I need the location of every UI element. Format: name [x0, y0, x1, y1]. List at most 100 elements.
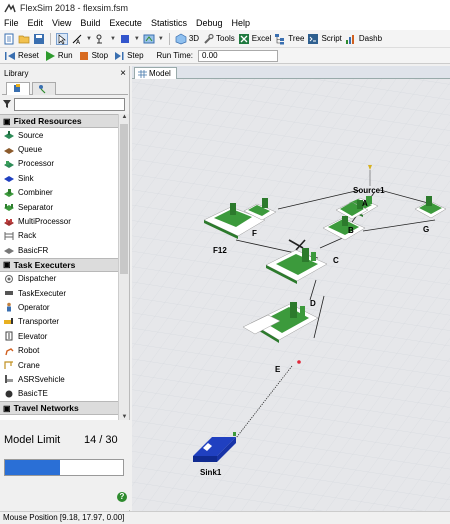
- library-item-asrsvehicle[interactable]: ASRSvehicle: [0, 372, 118, 386]
- dashboards-button[interactable]: Dashb: [345, 33, 382, 45]
- flexsim-logo-icon: [4, 3, 16, 13]
- open-folder-icon[interactable]: [18, 33, 30, 45]
- menu-view[interactable]: View: [52, 18, 71, 28]
- filter-icon: [3, 100, 11, 108]
- transporter-icon: [4, 317, 13, 324]
- menu-debug[interactable]: Debug: [196, 18, 223, 28]
- step-button[interactable]: Step: [113, 50, 144, 62]
- dashboards-label: Dashb: [358, 34, 383, 43]
- excel-icon: [238, 33, 249, 44]
- stop-button[interactable]: Stop: [78, 50, 108, 62]
- crane-icon: [4, 361, 13, 370]
- run-button[interactable]: Run: [44, 50, 73, 62]
- tools-button[interactable]: Tools: [202, 33, 235, 45]
- group-task-executers[interactable]: ▣ Task Executers: [0, 257, 118, 272]
- model-grid-icon: [138, 69, 147, 78]
- model-3d-view[interactable]: Source1 A B G F F12 C D E Sink1: [132, 79, 450, 511]
- library-item-label: BasicFR: [18, 245, 49, 255]
- run-time-field[interactable]: 0.00: [198, 49, 278, 62]
- library-item-processor[interactable]: Processor: [0, 157, 118, 171]
- model-scene[interactable]: Source1 A B G F F12 C D E Sink1: [132, 79, 450, 511]
- library-scrollbar[interactable]: ▲ ▼: [118, 114, 129, 420]
- tab-objects[interactable]: [6, 82, 30, 95]
- library-item-crane[interactable]: Crane: [0, 358, 118, 372]
- label-a: A: [362, 199, 368, 208]
- process-flow-library-icon: [39, 85, 46, 94]
- library-search: [2, 97, 128, 111]
- menu-statistics[interactable]: Statistics: [151, 18, 187, 28]
- snap-icon: [96, 34, 102, 43]
- save-icon[interactable]: [33, 33, 45, 45]
- group-travel-networks[interactable]: ▣ Travel Networks: [0, 401, 118, 416]
- connect-objects-button[interactable]: A ▼: [71, 33, 92, 45]
- library-item-separator[interactable]: Separator: [0, 200, 118, 214]
- view-options-button[interactable]: ▼: [143, 33, 164, 45]
- menu-execute[interactable]: Execute: [109, 18, 142, 28]
- menu-bar: File Edit View Build Execute Statistics …: [0, 16, 450, 30]
- tree-button[interactable]: Tree: [274, 33, 304, 45]
- library-item-rack[interactable]: Rack: [0, 229, 118, 243]
- chevron-down-icon: ▼: [157, 35, 164, 42]
- library-list: ▣ Fixed Resources Source Queue Processor …: [0, 114, 118, 420]
- reset-label: Reset: [18, 51, 39, 60]
- close-icon[interactable]: ×: [120, 68, 126, 79]
- view-3d-button[interactable]: 3D: [175, 33, 199, 45]
- script-label: Script: [321, 34, 342, 43]
- help-icon[interactable]: ?: [117, 492, 127, 502]
- excel-button[interactable]: Excel: [238, 33, 272, 45]
- scroll-up-icon[interactable]: ▲: [120, 114, 129, 120]
- menu-edit[interactable]: Edit: [28, 18, 44, 28]
- reset-button[interactable]: Reset: [4, 50, 39, 62]
- library-item-combiner[interactable]: Combiner: [0, 186, 118, 200]
- library-item-label: TaskExecuter: [18, 288, 67, 298]
- library-item-multiprocessor[interactable]: MultiProcessor: [0, 214, 118, 228]
- library-item-queue[interactable]: Queue: [0, 142, 118, 156]
- library-item-robot[interactable]: Robot: [0, 343, 118, 357]
- library-item-elevator[interactable]: Elevator: [0, 329, 118, 343]
- library-item-basicfr[interactable]: BasicFR: [0, 243, 118, 257]
- reset-icon: [5, 51, 15, 60]
- new-file-icon[interactable]: [3, 33, 15, 45]
- library-search-input[interactable]: [14, 97, 125, 111]
- library-item-basicte[interactable]: BasicTE: [0, 387, 118, 401]
- excel-label: Excel: [251, 34, 272, 43]
- library-item-label: Robot: [18, 346, 40, 356]
- library-title: Library: [4, 68, 29, 78]
- snap-button[interactable]: ▼: [95, 33, 116, 45]
- menu-file[interactable]: File: [4, 18, 19, 28]
- tab-model[interactable]: Model: [134, 67, 177, 79]
- tools-label: Tools: [216, 34, 235, 43]
- library-item-source[interactable]: Source: [0, 128, 118, 142]
- tab-model-label: Model: [149, 69, 171, 78]
- tab-process-flow[interactable]: [32, 82, 56, 95]
- group-fixed-resources[interactable]: ▣ Fixed Resources: [0, 114, 118, 128]
- library-header: Library ×: [0, 66, 130, 80]
- window-title: FlexSim 2018 - flexsim.fsm: [20, 3, 129, 13]
- library-item-taskexecuter[interactable]: TaskExecuter: [0, 286, 118, 300]
- library-item-transporter[interactable]: Transporter: [0, 315, 118, 329]
- library-item-sink[interactable]: Sink: [0, 171, 118, 185]
- source-icon: [4, 131, 14, 140]
- chevron-down-icon: ▼: [109, 35, 116, 42]
- model-limit-label: Model Limit: [4, 434, 61, 446]
- library-item-dispatcher[interactable]: Dispatcher: [0, 272, 118, 286]
- menu-build[interactable]: Build: [80, 18, 100, 28]
- shape-button[interactable]: ▼: [119, 33, 140, 45]
- library-item-label: Rack: [18, 231, 37, 241]
- library-item-label: Queue: [18, 145, 43, 155]
- scrollbar-thumb[interactable]: [120, 124, 128, 274]
- library-item-operator[interactable]: Operator: [0, 300, 118, 314]
- sink-icon: [4, 176, 14, 183]
- label-c: C: [333, 256, 339, 265]
- library-item-label: Processor: [18, 159, 55, 169]
- basicfr-icon: [4, 248, 14, 255]
- script-button[interactable]: Script: [307, 33, 342, 45]
- script-icon: [308, 33, 319, 44]
- separator-icon: [4, 204, 14, 212]
- label-f: F: [252, 229, 257, 238]
- run-time-label: Run Time:: [156, 51, 193, 60]
- asrsvehicle-icon: [5, 375, 13, 384]
- select-pointer-icon[interactable]: [56, 32, 68, 45]
- menu-help[interactable]: Help: [231, 18, 250, 28]
- library-tabs: [2, 81, 128, 95]
